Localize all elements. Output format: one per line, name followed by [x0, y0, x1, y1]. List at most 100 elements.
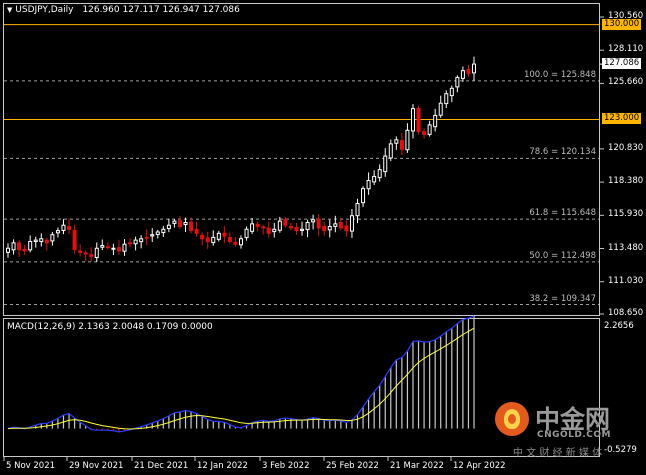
candle-body — [105, 246, 110, 249]
candle-body — [333, 223, 338, 227]
candle-body — [410, 108, 415, 132]
price-tick-label: 125.660 — [608, 77, 644, 88]
candle-body — [61, 224, 66, 231]
candle-body — [416, 107, 421, 133]
candle-body — [294, 227, 299, 232]
candle-body — [67, 226, 72, 230]
candle-body — [255, 223, 260, 228]
fibonacci-label: 38.2 = 109.347 — [529, 293, 596, 304]
candle-body — [377, 169, 382, 179]
candle-body — [122, 243, 127, 252]
candle-body — [266, 227, 271, 234]
candle-body — [166, 224, 171, 230]
candle-body — [366, 179, 371, 190]
time-tick-label: 29 Nov 2021 — [69, 461, 124, 471]
candle-body — [438, 102, 443, 116]
time-tick-label: 3 Feb 2022 — [262, 461, 310, 471]
fibonacci-label: 61.8 = 115.648 — [529, 208, 596, 219]
candle-body — [394, 139, 399, 144]
fibonacci-label: 78.6 = 120.134 — [529, 147, 596, 158]
candle-body — [300, 228, 305, 231]
collapse-arrow-icon[interactable]: ▼ — [7, 6, 12, 14]
candle-body — [272, 228, 277, 233]
candle-body — [388, 143, 393, 159]
candle-body — [128, 242, 133, 245]
candle-body — [250, 223, 255, 232]
time-tick-label: 12 Apr 2022 — [453, 461, 506, 471]
fibonacci-label: 50.0 = 112.498 — [529, 250, 596, 261]
candle-body — [205, 237, 210, 242]
candle-body — [422, 131, 427, 135]
candle-body — [39, 238, 44, 243]
candle-body — [161, 228, 166, 234]
candle-body — [22, 248, 27, 252]
candle-body — [189, 221, 194, 232]
candle-body — [83, 252, 88, 255]
candle-body — [94, 247, 99, 258]
candle-body — [144, 236, 149, 239]
candle-body — [155, 231, 160, 235]
price-tick-label: 113.480 — [608, 242, 644, 253]
price-tick-label: 111.030 — [608, 275, 644, 286]
time-tick-label: 12 Jan 2022 — [197, 461, 248, 471]
candle-body — [78, 250, 83, 253]
candle-body — [383, 155, 388, 173]
candle-body — [17, 242, 22, 251]
price-tick-label: 118.380 — [608, 176, 644, 187]
cngold-logo-icon — [495, 402, 529, 436]
macd-axis-top: 2.2656 — [604, 321, 634, 331]
candle-body — [28, 240, 33, 251]
ohlc-values: 126.960 127.117 126.947 127.086 — [82, 5, 240, 15]
candle-body — [322, 225, 327, 232]
macd-signal-line — [7, 327, 475, 430]
candle-body — [427, 124, 432, 135]
candle-body — [227, 236, 232, 242]
candle-body — [139, 238, 144, 243]
candle-body — [200, 234, 205, 240]
symbol-header: ▼ USDJPY,Daily 126.960 127.117 126.947 1… — [7, 5, 240, 15]
candle-body — [211, 236, 216, 244]
candle-body — [6, 247, 10, 253]
watermark-tagline: 中 文 财 经 新 媒 体 — [513, 448, 603, 459]
candle-body — [316, 218, 321, 229]
candle-body — [327, 226, 332, 231]
candle-body — [89, 254, 94, 257]
candle-body — [405, 129, 410, 151]
price-tick-label: 120.830 — [608, 142, 644, 153]
candle-body — [194, 228, 199, 234]
candle-body — [100, 245, 105, 248]
candle-body — [361, 188, 366, 204]
cngold-watermark: 中金网 CNGOLD.COM 中 文 财 经 新 媒 体 — [495, 398, 630, 460]
candle-body — [444, 93, 449, 105]
candle-body — [222, 232, 227, 237]
candle-body — [150, 234, 155, 237]
candle-body — [283, 219, 288, 226]
candle-body — [111, 247, 116, 250]
time-tick-label: 25 Feb 2022 — [326, 461, 379, 471]
candle-body — [261, 226, 266, 229]
candle-body — [449, 87, 454, 97]
candle-body — [183, 222, 188, 226]
candle-body — [44, 239, 49, 244]
candle-body — [172, 220, 177, 224]
candle-body — [55, 230, 60, 234]
candle-body — [177, 220, 182, 228]
fibonacci-label: 100.0 = 125.848 — [523, 69, 596, 80]
candle-body — [239, 238, 243, 246]
candle-body — [466, 69, 471, 74]
macd-header: MACD(12,26,9) 2.1363 2.0048 0.1709 0.000… — [7, 322, 213, 332]
candle-body — [399, 140, 404, 150]
candle-body — [133, 239, 138, 245]
candle-body — [338, 222, 343, 229]
candle-body — [288, 225, 293, 229]
candle-body — [116, 247, 121, 252]
candle-body — [244, 228, 249, 239]
price-tick-label: 128.110 — [608, 44, 644, 55]
price-tick-label: 108.650 — [608, 308, 644, 318]
price-tick-label: 115.930 — [608, 209, 644, 220]
support-level-tag: 123.000 — [602, 113, 642, 124]
candle-body — [233, 241, 238, 245]
candle-body — [216, 232, 221, 240]
candle-body — [33, 239, 38, 242]
usdjpy-chart-window: ▼ USDJPY,Daily 126.960 127.117 126.947 1… — [0, 0, 646, 475]
